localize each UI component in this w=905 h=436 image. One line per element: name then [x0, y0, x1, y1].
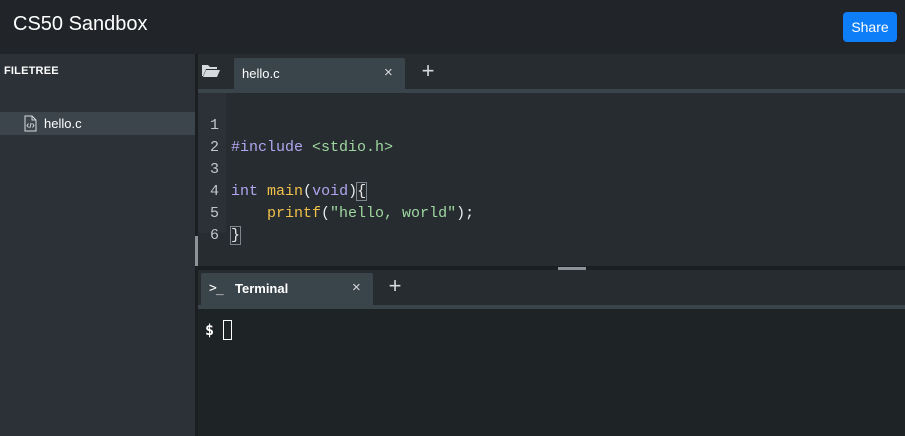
- terminal-cursor: [223, 320, 232, 340]
- app-title: CS50 Sandbox: [13, 13, 148, 35]
- folder-open-icon: [201, 62, 221, 83]
- add-tab-button[interactable]: +: [418, 58, 438, 84]
- code-line: 3 int main(void){: [198, 137, 905, 201]
- file-tree-item-label: hello.c: [44, 116, 82, 131]
- close-icon[interactable]: ×: [384, 64, 393, 81]
- tab-terminal[interactable]: >_ Terminal ×: [201, 273, 373, 305]
- code-line: 6: [198, 203, 905, 244]
- terminal-icon: >_: [209, 281, 224, 296]
- code-line: 5 }: [198, 181, 905, 245]
- code-file-icon: [24, 115, 37, 132]
- file-tree-heading: FILETREE: [4, 65, 59, 77]
- code-line: 1 #include <stdio.h>: [198, 93, 905, 156]
- tab-hello-c[interactable]: hello.c ×: [234, 58, 405, 90]
- file-tree-panel: FILETREE hello.c: [0, 54, 195, 436]
- matching-brace-highlight: }: [229, 226, 242, 245]
- code-line: 4 printf("hello, world");: [198, 159, 905, 222]
- top-navbar: CS50 Sandbox Share: [0, 0, 905, 54]
- terminal-panel[interactable]: [198, 309, 905, 436]
- tab-label: hello.c: [242, 66, 280, 81]
- share-button[interactable]: Share: [843, 12, 897, 42]
- file-tree-item-hello-c[interactable]: hello.c: [0, 112, 195, 135]
- line-number: 6: [210, 227, 220, 244]
- terminal-prompt: $: [205, 321, 215, 339]
- tab-label: Terminal: [235, 281, 289, 296]
- close-icon[interactable]: ×: [352, 279, 361, 296]
- toggle-file-tree-button[interactable]: [198, 58, 224, 86]
- code-line: 2: [198, 115, 905, 156]
- add-terminal-button[interactable]: +: [385, 273, 405, 299]
